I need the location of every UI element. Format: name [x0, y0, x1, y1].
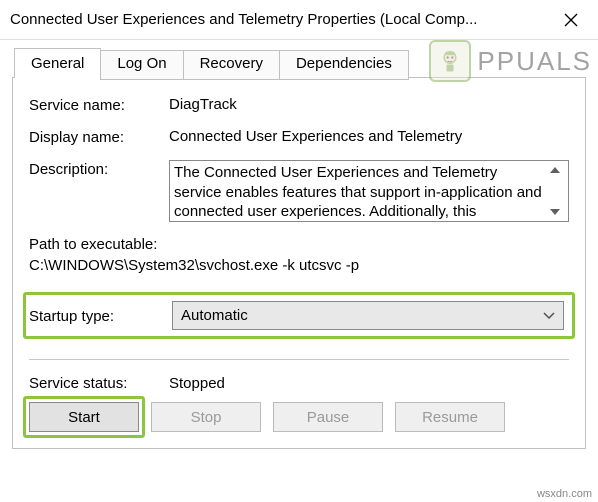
- tab-panel-general: Service name: DiagTrack Display name: Co…: [12, 77, 586, 449]
- titlebar: Connected User Experiences and Telemetry…: [0, 0, 598, 40]
- scroll-down-icon: [549, 207, 561, 217]
- pause-button: Pause: [273, 402, 383, 432]
- startup-type-label: Startup type:: [29, 307, 172, 325]
- scroll-up-icon: [549, 165, 561, 175]
- tab-logon[interactable]: Log On: [100, 50, 183, 80]
- tab-recovery[interactable]: Recovery: [183, 50, 280, 80]
- tab-dependencies[interactable]: Dependencies: [279, 50, 409, 80]
- separator: [29, 359, 569, 360]
- service-name-label: Service name:: [29, 96, 169, 114]
- stop-button: Stop: [151, 402, 261, 432]
- resume-button: Resume: [395, 402, 505, 432]
- service-status-label: Service status:: [29, 374, 169, 392]
- site-reference: wsxdn.com: [537, 488, 592, 500]
- start-button[interactable]: Start: [29, 402, 139, 432]
- path-value: C:\WINDOWS\System32\svchost.exe -k utcsv…: [29, 257, 569, 274]
- service-status-value: Stopped: [169, 375, 225, 392]
- description-label: Description:: [29, 160, 169, 178]
- startup-type-row: Startup type: Automatic: [23, 292, 575, 339]
- display-name-value: Connected User Experiences and Telemetry: [169, 128, 569, 145]
- close-button[interactable]: [543, 0, 598, 40]
- tab-bar: General Log On Recovery Dependencies: [14, 48, 598, 78]
- description-box: The Connected User Experiences and Telem…: [169, 160, 569, 222]
- path-label: Path to executable:: [29, 236, 569, 253]
- startup-type-value: Automatic: [181, 307, 248, 324]
- display-name-label: Display name:: [29, 128, 169, 146]
- description-text[interactable]: The Connected User Experiences and Telem…: [174, 163, 546, 219]
- startup-type-select[interactable]: Automatic: [172, 301, 564, 330]
- window-title: Connected User Experiences and Telemetry…: [10, 11, 477, 28]
- tab-general[interactable]: General: [14, 48, 101, 78]
- close-icon: [564, 13, 578, 27]
- chevron-down-icon: [543, 312, 555, 320]
- dialog-body: General Log On Recovery Dependencies Ser…: [0, 40, 598, 450]
- service-control-buttons: Start Stop Pause Resume: [29, 402, 569, 432]
- service-name-value: DiagTrack: [169, 96, 569, 113]
- description-scrollbar[interactable]: [546, 163, 564, 219]
